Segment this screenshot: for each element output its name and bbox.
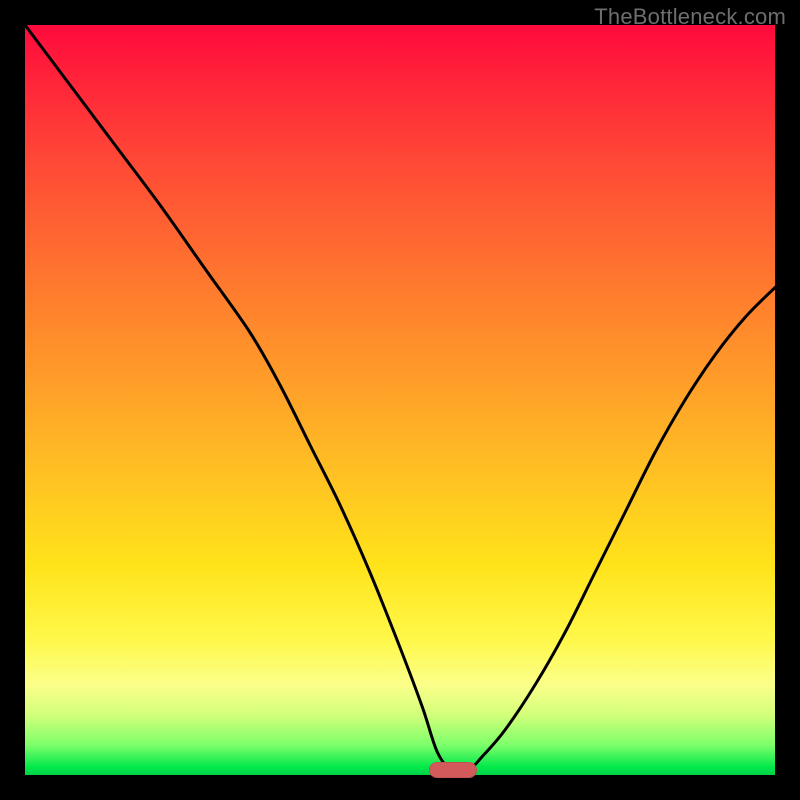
- plot-area: [25, 25, 775, 775]
- chart-frame: TheBottleneck.com: [0, 0, 800, 800]
- optimal-marker: [429, 762, 477, 778]
- watermark-text: TheBottleneck.com: [594, 4, 786, 30]
- bottleneck-curve: [25, 25, 775, 775]
